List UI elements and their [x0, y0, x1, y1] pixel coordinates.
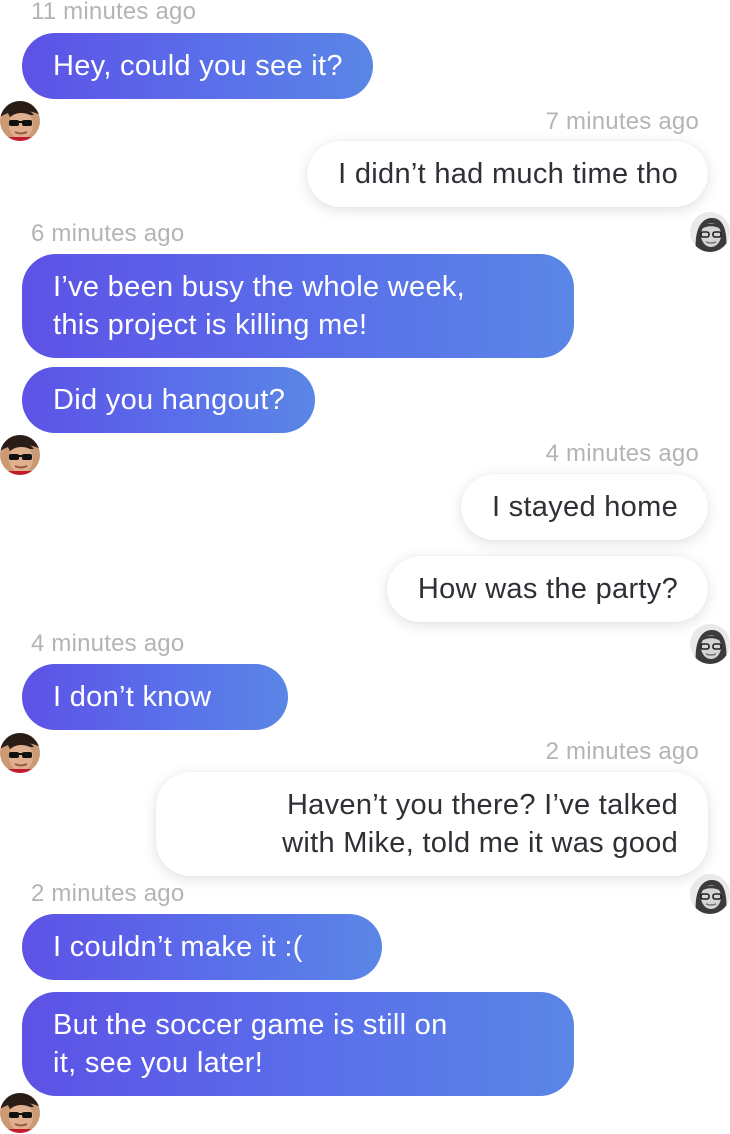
- message-bubble-incoming[interactable]: I couldn’t make it :(: [22, 914, 382, 980]
- message-timestamp: 7 minutes ago: [545, 108, 699, 135]
- message-timestamp: 2 minutes ago: [545, 738, 699, 765]
- message-bubble-outgoing[interactable]: I didn’t had much time tho: [307, 141, 708, 207]
- avatar-sunglasses-man[interactable]: [0, 435, 40, 475]
- avatar-man-icon: [0, 435, 40, 475]
- message-timestamp: 2 minutes ago: [31, 880, 185, 907]
- message-timestamp: 4 minutes ago: [545, 440, 699, 467]
- avatar-woman-glasses[interactable]: [690, 624, 730, 664]
- message-line: it, see you later!: [53, 1047, 264, 1079]
- message-bubble-incoming[interactable]: Hey, could you see it?: [22, 33, 373, 99]
- avatar-man-icon: [0, 1093, 40, 1133]
- avatar-woman-icon: [690, 874, 730, 914]
- avatar-woman-icon: [690, 624, 730, 664]
- message-bubble-incoming[interactable]: I’ve been busy the whole week, this proj…: [22, 254, 574, 358]
- message-bubble-incoming[interactable]: But the soccer game is still on it, see …: [22, 992, 574, 1096]
- avatar-man-icon: [0, 101, 40, 141]
- message-bubble-outgoing[interactable]: I stayed home: [460, 474, 708, 540]
- message-bubble-outgoing[interactable]: Haven’t you there? I’ve talked with Mike…: [156, 772, 708, 876]
- avatar-woman-glasses[interactable]: [690, 874, 730, 914]
- message-line: this project is killing me!: [53, 309, 368, 341]
- message-bubble-outgoing[interactable]: How was the party?: [386, 556, 708, 622]
- message-timestamp: 6 minutes ago: [31, 220, 185, 247]
- message-timestamp: 4 minutes ago: [31, 630, 185, 657]
- avatar-woman-icon: [690, 212, 730, 252]
- message-bubble-incoming[interactable]: Did you hangout?: [22, 367, 316, 433]
- message-line: Haven’t you there? I’ve talked: [286, 789, 678, 821]
- message-line: But the soccer game is still on: [53, 1009, 448, 1041]
- message-line: I’ve been busy the whole week,: [53, 271, 466, 303]
- avatar-sunglasses-man[interactable]: [0, 733, 40, 773]
- chat-thread: 11 minutes ago Hey, could you see it? 7 …: [0, 0, 730, 1134]
- message-timestamp: 11 minutes ago: [31, 0, 197, 25]
- avatar-woman-glasses[interactable]: [690, 212, 730, 252]
- avatar-sunglasses-man[interactable]: [0, 1093, 40, 1133]
- avatar-sunglasses-man[interactable]: [0, 101, 40, 141]
- message-line: with Mike, told me it was good: [282, 827, 678, 859]
- message-bubble-incoming[interactable]: I don’t know: [22, 664, 288, 730]
- avatar-man-icon: [0, 733, 40, 773]
